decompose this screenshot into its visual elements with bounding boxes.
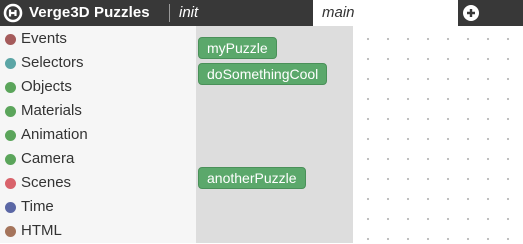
plus-circle-icon[interactable] (463, 5, 479, 21)
category-label: Materials (21, 102, 82, 119)
category-label: Selectors (21, 54, 84, 71)
category-label: Time (21, 198, 54, 215)
category-objects[interactable]: Objects (0, 76, 196, 100)
category-color-dot (5, 226, 16, 237)
category-color-dot (5, 130, 16, 141)
category-color-dot (5, 82, 16, 93)
category-time[interactable]: Time (0, 196, 196, 220)
category-color-dot (5, 154, 16, 165)
category-animation[interactable]: Animation (0, 124, 196, 148)
app-title: Verge3D Puzzles (29, 4, 150, 21)
tab-main[interactable]: main (313, 0, 458, 26)
category-label: HTML (21, 222, 62, 239)
tab-init[interactable]: init (170, 0, 313, 26)
category-color-dot (5, 178, 16, 189)
category-scenes[interactable]: Scenes (0, 172, 196, 196)
category-label: Animation (21, 126, 88, 143)
category-color-dot (5, 34, 16, 45)
category-label: Events (21, 30, 67, 47)
category-label: Objects (21, 78, 72, 95)
category-selectors[interactable]: Selectors (0, 52, 196, 76)
category-events[interactable]: Events (0, 28, 196, 52)
category-label: Scenes (21, 174, 72, 191)
top-bar: Verge3D Puzzles init main (0, 0, 523, 26)
puzzle-flyout: myPuzzle doSomethingCool anotherPuzzle (196, 26, 353, 243)
category-color-dot (5, 58, 16, 69)
category-label: Camera (21, 150, 75, 167)
category-camera[interactable]: Camera (0, 148, 196, 172)
puzzle-block-mypuzzle[interactable]: myPuzzle (198, 37, 277, 59)
category-materials[interactable]: Materials (0, 100, 196, 124)
category-color-dot (5, 106, 16, 117)
category-sidebar: Events Selectors Objects Materials Anima… (0, 26, 196, 243)
workspace-canvas[interactable] (353, 26, 523, 243)
category-html[interactable]: HTML (0, 220, 196, 244)
verge3d-logo-icon[interactable] (3, 3, 23, 23)
puzzle-block-dosomethingcool[interactable]: doSomethingCool (198, 63, 328, 85)
puzzle-block-anotherpuzzle[interactable]: anotherPuzzle (198, 167, 306, 189)
category-color-dot (5, 202, 16, 213)
